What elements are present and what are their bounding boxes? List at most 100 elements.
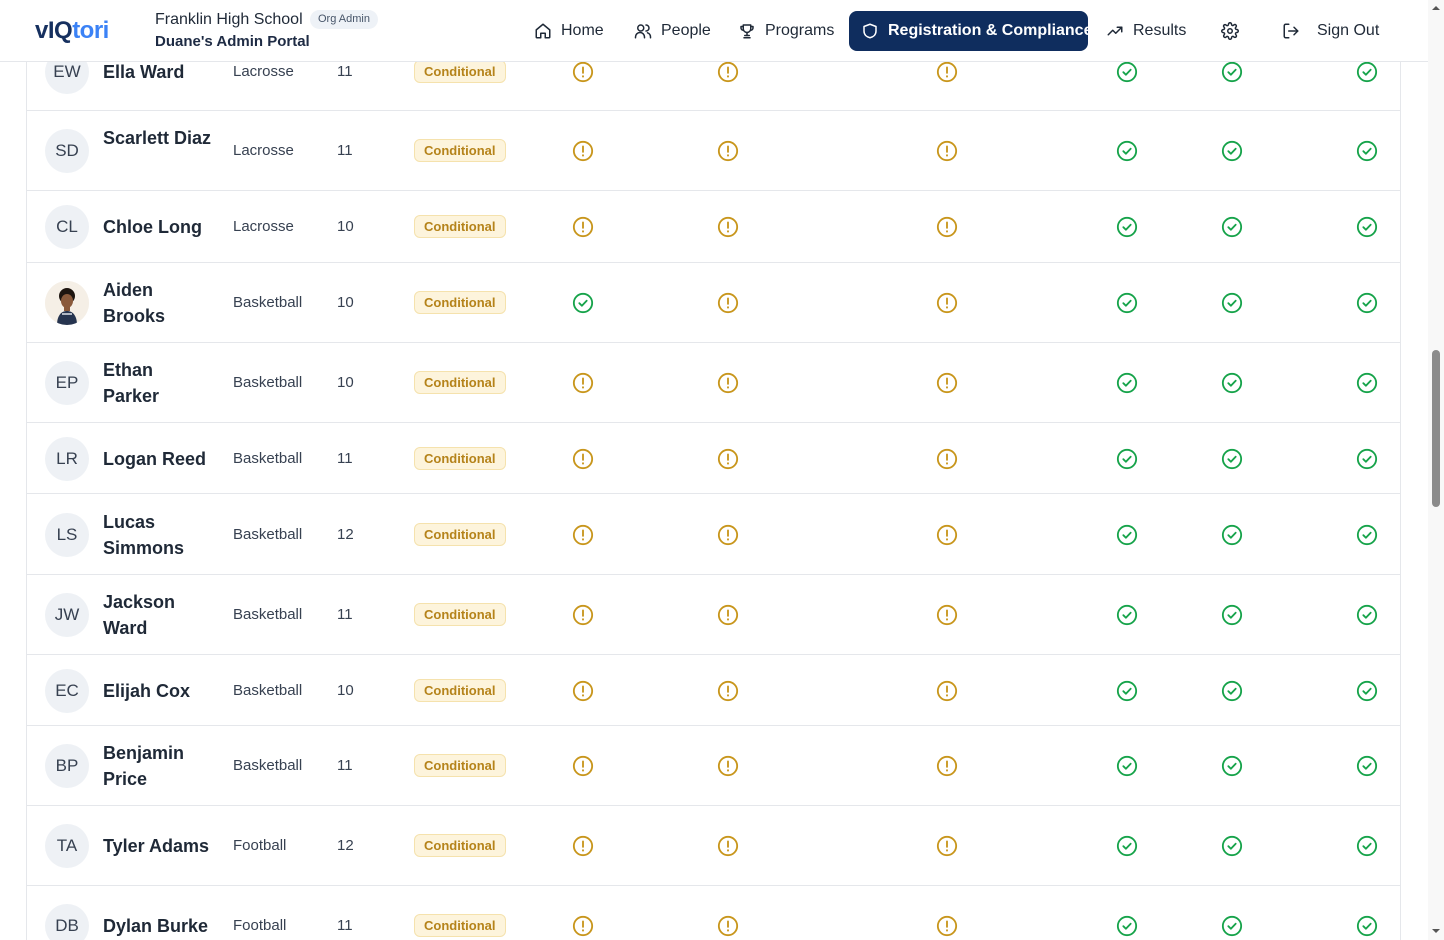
check-circle-icon[interactable] bbox=[1221, 61, 1243, 83]
table-row[interactable]: CL Chloe Long Lacrosse 10 Conditional bbox=[27, 191, 1400, 263]
athlete-name[interactable]: Elijah Cox bbox=[103, 678, 213, 704]
scrollbar-thumb[interactable] bbox=[1432, 350, 1440, 507]
check-circle-icon[interactable] bbox=[1356, 755, 1378, 777]
athlete-name[interactable]: Lucas Simmons bbox=[103, 509, 213, 561]
alert-circle-icon[interactable] bbox=[717, 755, 739, 777]
athlete-name[interactable]: Ethan Parker bbox=[103, 357, 213, 409]
check-circle-icon[interactable] bbox=[1356, 372, 1378, 394]
check-circle-icon[interactable] bbox=[1356, 448, 1378, 470]
check-circle-icon[interactable] bbox=[1221, 604, 1243, 626]
table-row[interactable]: TA Tyler Adams Football 12 Conditional bbox=[27, 806, 1400, 886]
check-circle-icon[interactable] bbox=[1221, 292, 1243, 314]
check-circle-icon[interactable] bbox=[1116, 680, 1138, 702]
athlete-name[interactable]: Dylan Burke bbox=[103, 913, 213, 939]
alert-circle-icon[interactable] bbox=[717, 61, 739, 83]
alert-circle-icon[interactable] bbox=[936, 448, 958, 470]
check-circle-icon[interactable] bbox=[1116, 61, 1138, 83]
alert-circle-icon[interactable] bbox=[936, 835, 958, 857]
table-row[interactable]: DB Dylan Burke Football 11 Conditional bbox=[27, 886, 1400, 940]
check-circle-icon[interactable] bbox=[1356, 524, 1378, 546]
alert-circle-icon[interactable] bbox=[717, 524, 739, 546]
check-circle-icon[interactable] bbox=[1221, 755, 1243, 777]
alert-circle-icon[interactable] bbox=[572, 372, 594, 394]
check-circle-icon[interactable] bbox=[1116, 140, 1138, 162]
check-circle-icon[interactable] bbox=[1116, 524, 1138, 546]
table-row[interactable]: EP Ethan Parker Basketball 10 Conditional bbox=[27, 343, 1400, 423]
alert-circle-icon[interactable] bbox=[717, 680, 739, 702]
athlete-name[interactable]: Jackson Ward bbox=[103, 589, 213, 641]
scroll-down-arrow-icon[interactable] bbox=[1431, 926, 1441, 936]
check-circle-icon[interactable] bbox=[1221, 448, 1243, 470]
check-circle-icon[interactable] bbox=[1356, 140, 1378, 162]
check-circle-icon[interactable] bbox=[1221, 372, 1243, 394]
table-row[interactable]: SD Scarlett Diaz Lacrosse 11 Conditional bbox=[27, 111, 1400, 191]
settings-button[interactable] bbox=[1209, 11, 1251, 51]
athlete-name[interactable]: Chloe Long bbox=[103, 214, 213, 240]
table-row[interactable]: LS Lucas Simmons Basketball 12 Conditional bbox=[27, 494, 1400, 575]
alert-circle-icon[interactable] bbox=[717, 140, 739, 162]
alert-circle-icon[interactable] bbox=[717, 216, 739, 238]
athlete-name[interactable]: Aiden Brooks bbox=[103, 277, 213, 329]
alert-circle-icon[interactable] bbox=[936, 680, 958, 702]
alert-circle-icon[interactable] bbox=[936, 604, 958, 626]
check-circle-icon[interactable] bbox=[1221, 680, 1243, 702]
athlete-name[interactable]: Tyler Adams bbox=[103, 833, 213, 859]
alert-circle-icon[interactable] bbox=[936, 292, 958, 314]
alert-circle-icon[interactable] bbox=[717, 372, 739, 394]
alert-circle-icon[interactable] bbox=[717, 292, 739, 314]
nav-people[interactable]: People bbox=[622, 11, 723, 51]
check-circle-icon[interactable] bbox=[1356, 680, 1378, 702]
athlete-name[interactable]: Scarlett Diaz bbox=[103, 125, 213, 151]
alert-circle-icon[interactable] bbox=[936, 372, 958, 394]
check-circle-icon[interactable] bbox=[1356, 604, 1378, 626]
sign-out-button[interactable]: Sign Out bbox=[1270, 11, 1391, 51]
alert-circle-icon[interactable] bbox=[572, 755, 594, 777]
nav-results[interactable]: Results bbox=[1094, 11, 1198, 51]
alert-circle-icon[interactable] bbox=[572, 216, 594, 238]
check-circle-icon[interactable] bbox=[1356, 835, 1378, 857]
check-circle-icon[interactable] bbox=[1116, 292, 1138, 314]
check-circle-icon[interactable] bbox=[1356, 61, 1378, 83]
table-row[interactable]: EC Elijah Cox Basketball 10 Conditional bbox=[27, 655, 1400, 726]
check-circle-icon[interactable] bbox=[1221, 140, 1243, 162]
check-circle-icon[interactable] bbox=[1356, 292, 1378, 314]
check-circle-icon[interactable] bbox=[1116, 448, 1138, 470]
check-circle-icon[interactable] bbox=[1116, 835, 1138, 857]
alert-circle-icon[interactable] bbox=[572, 140, 594, 162]
athlete-name[interactable]: Benjamin Price bbox=[103, 740, 213, 792]
check-circle-icon[interactable] bbox=[1356, 216, 1378, 238]
scroll-up-arrow-icon[interactable] bbox=[1431, 3, 1441, 13]
alert-circle-icon[interactable] bbox=[936, 216, 958, 238]
alert-circle-icon[interactable] bbox=[572, 915, 594, 937]
alert-circle-icon[interactable] bbox=[572, 680, 594, 702]
table-row[interactable]: LR Logan Reed Basketball 11 Conditional bbox=[27, 423, 1400, 494]
check-circle-icon[interactable] bbox=[1356, 915, 1378, 937]
table-row[interactable]: BP Benjamin Price Basketball 11 Conditional bbox=[27, 726, 1400, 806]
alert-circle-icon[interactable] bbox=[717, 604, 739, 626]
alert-circle-icon[interactable] bbox=[936, 524, 958, 546]
nav-registration-compliance[interactable]: Registration & Compliance bbox=[849, 11, 1092, 51]
alert-circle-icon[interactable] bbox=[717, 448, 739, 470]
alert-circle-icon[interactable] bbox=[936, 915, 958, 937]
alert-circle-icon[interactable] bbox=[572, 61, 594, 83]
alert-circle-icon[interactable] bbox=[572, 448, 594, 470]
check-circle-icon[interactable] bbox=[1221, 216, 1243, 238]
alert-circle-icon[interactable] bbox=[717, 835, 739, 857]
alert-circle-icon[interactable] bbox=[572, 524, 594, 546]
check-circle-icon[interactable] bbox=[1116, 216, 1138, 238]
alert-circle-icon[interactable] bbox=[936, 140, 958, 162]
check-circle-icon[interactable] bbox=[1116, 604, 1138, 626]
nav-programs[interactable]: Programs bbox=[726, 11, 846, 51]
athlete-name[interactable]: Ella Ward bbox=[103, 59, 213, 85]
check-circle-icon[interactable] bbox=[1116, 755, 1138, 777]
athlete-name[interactable]: Logan Reed bbox=[103, 446, 213, 472]
check-circle-icon[interactable] bbox=[572, 292, 594, 314]
nav-home[interactable]: Home bbox=[522, 11, 616, 51]
check-circle-icon[interactable] bbox=[1116, 915, 1138, 937]
check-circle-icon[interactable] bbox=[1221, 524, 1243, 546]
alert-circle-icon[interactable] bbox=[936, 755, 958, 777]
table-row[interactable]: Aiden Brooks Basketball 10 Conditional bbox=[27, 263, 1400, 343]
alert-circle-icon[interactable] bbox=[572, 604, 594, 626]
check-circle-icon[interactable] bbox=[1221, 915, 1243, 937]
alert-circle-icon[interactable] bbox=[936, 61, 958, 83]
